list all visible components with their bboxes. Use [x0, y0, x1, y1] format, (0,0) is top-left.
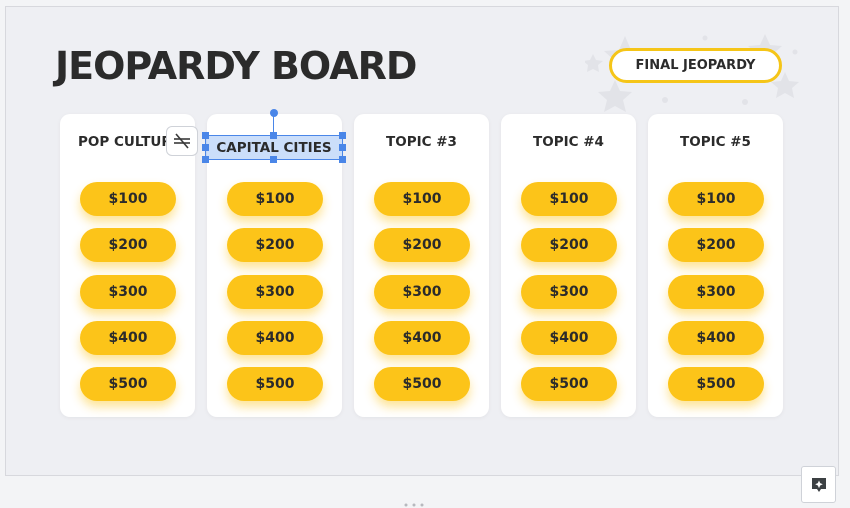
page-title[interactable]: JEOPARDY BOARD [55, 44, 417, 88]
value-button[interactable]: $100 [668, 182, 764, 216]
value-button[interactable]: $300 [668, 275, 764, 309]
value-button[interactable]: $300 [374, 275, 470, 309]
rotation-handle[interactable] [270, 109, 278, 117]
value-button[interactable]: $200 [374, 228, 470, 262]
value-button[interactable]: $500 [374, 367, 470, 401]
category-column-5: TOPIC #5 $100 $200 $300 $400 $500 [648, 114, 783, 417]
value-button[interactable]: $100 [521, 182, 617, 216]
final-jeopardy-button[interactable]: FINAL JEOPARDY [609, 48, 782, 83]
unlink-icon[interactable] [166, 126, 198, 156]
category-column-4: TOPIC #4 $100 $200 $300 $400 $500 [501, 114, 636, 417]
explore-button[interactable] [801, 466, 836, 503]
explore-sparkle-icon [811, 477, 826, 492]
value-button[interactable]: $300 [80, 275, 176, 309]
resize-handle-w[interactable] [202, 144, 209, 151]
category-header[interactable]: TOPIC #3 [354, 134, 489, 150]
resize-handle-e[interactable] [339, 144, 346, 151]
value-button[interactable]: $400 [227, 321, 323, 355]
resize-handle-n[interactable] [270, 132, 277, 139]
category-header-selected[interactable]: CAPITAL CITIES [206, 140, 342, 156]
drag-handle-dots[interactable] [403, 503, 425, 507]
resize-handle-nw[interactable] [202, 132, 209, 139]
value-button[interactable]: $100 [227, 182, 323, 216]
value-button[interactable]: $500 [80, 367, 176, 401]
category-column-3: TOPIC #3 $100 $200 $300 $400 $500 [354, 114, 489, 417]
value-button[interactable]: $400 [668, 321, 764, 355]
category-column-1: POP CULTURE $100 $200 $300 $400 $500 [60, 114, 195, 417]
value-button[interactable]: $400 [80, 321, 176, 355]
value-button[interactable]: $100 [374, 182, 470, 216]
value-button[interactable]: $400 [374, 321, 470, 355]
value-button[interactable]: $100 [80, 182, 176, 216]
resize-handle-se[interactable] [339, 156, 346, 163]
value-button[interactable]: $500 [227, 367, 323, 401]
resize-handle-ne[interactable] [339, 132, 346, 139]
value-button[interactable]: $200 [227, 228, 323, 262]
value-button[interactable]: $400 [521, 321, 617, 355]
resize-handle-s[interactable] [270, 156, 277, 163]
value-button[interactable]: $200 [521, 228, 617, 262]
value-button[interactable]: $200 [668, 228, 764, 262]
category-header[interactable]: TOPIC #4 [501, 134, 636, 150]
value-button[interactable]: $500 [668, 367, 764, 401]
category-header[interactable]: TOPIC #5 [648, 134, 783, 150]
value-button[interactable]: $500 [521, 367, 617, 401]
value-button[interactable]: $200 [80, 228, 176, 262]
value-button[interactable]: $300 [521, 275, 617, 309]
value-button[interactable]: $300 [227, 275, 323, 309]
resize-handle-sw[interactable] [202, 156, 209, 163]
